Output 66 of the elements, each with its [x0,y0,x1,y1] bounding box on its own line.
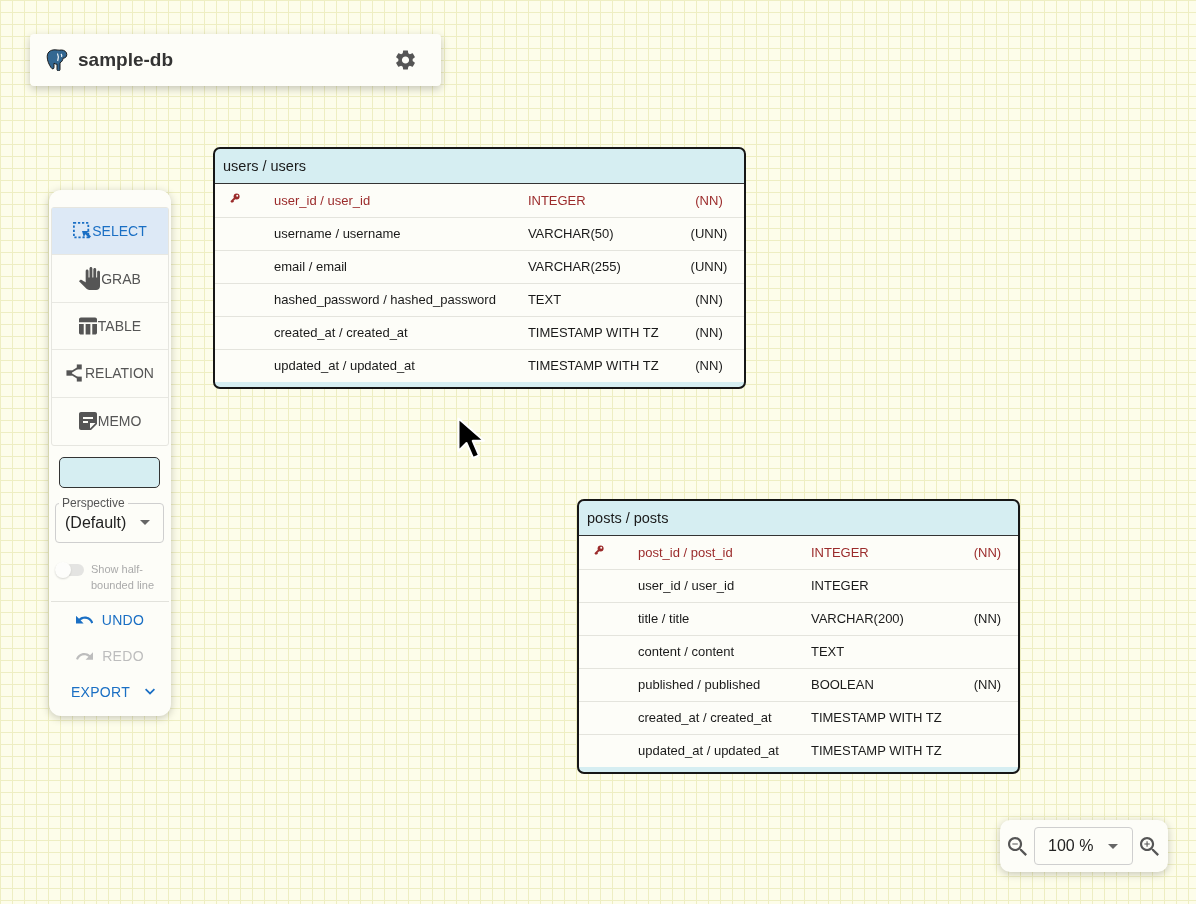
key-icon [230,192,240,203]
tool-button[interactable]: MEMO [52,397,168,445]
caret-icon [140,520,150,526]
note-icon [78,412,97,431]
column-constraint: (NN) [973,677,1002,692]
column-type: TEXT [527,292,562,307]
selection-icon [73,222,92,241]
column-name: updated_at / updated_at [638,743,779,759]
tool-button[interactable]: RELATION [52,350,168,398]
zoom-in-icon[interactable] [1140,836,1159,856]
column-name: published / published [638,677,761,692]
undo-icon [75,615,93,624]
column-name: updated_at / updated_at [274,358,415,374]
nodes-icon [66,364,84,383]
column-name: email / email [274,259,347,274]
table-node[interactable] [577,499,1021,774]
key-icon [594,544,604,555]
settings-icon[interactable] [396,50,415,70]
column-name: user_id / user_id [274,192,371,208]
column-type: VARCHAR(200) [810,611,904,626]
tool-button[interactable]: GRAB [52,255,168,303]
column-name: created_at / created_at [638,710,772,725]
table-node[interactable] [213,147,747,389]
column-constraint: (NN) [695,192,723,208]
column-name: title / title [638,611,690,626]
app-title: sample-db [78,49,174,71]
column-type: VARCHAR(255) [527,259,621,274]
toggle-label: Show half-bounded line [91,561,155,593]
column-constraint: (UNN) [690,226,728,241]
undo-button[interactable]: UNDO [51,601,169,638]
column-type: INTEGER [810,544,869,560]
column-type: INTEGER [810,578,869,593]
cursor-icon [457,417,485,461]
column-name: post_id / post_id [638,544,733,560]
table-icon [78,316,97,335]
color-picker[interactable] [59,456,160,488]
column-constraint: (NN) [695,358,723,374]
column-type: TEXT [810,644,845,659]
column-type: INTEGER [527,192,586,208]
hand-icon [79,267,101,291]
column-type: TIMESTAMP WITH TZ [810,743,942,759]
column-name: username / username [274,226,401,241]
redo-icon [76,651,94,660]
export-button[interactable]: EXPORT [51,673,169,710]
chevron-down-icon [145,688,156,696]
column-name: user_id / user_id [638,578,735,593]
tool-button[interactable]: SELECT [52,208,168,256]
column-type: VARCHAR(50) [527,226,614,241]
column-constraint: (NN) [973,544,1002,560]
column-type: TIMESTAMP WITH TZ [810,710,942,725]
column-name: content / content [638,644,735,659]
zoom-select[interactable]: 100 % [1034,827,1133,865]
column-type: BOOLEAN [810,677,874,692]
column-name: created_at / created_at [274,325,408,340]
column-constraint: (NN) [695,325,723,340]
tool-button[interactable]: TABLE [52,302,168,351]
elephant-icon [46,49,68,71]
column-constraint: (NN) [973,611,1002,626]
column-constraint: (UNN) [690,259,728,274]
column-constraint: (NN) [695,292,723,307]
column-name: hashed_password / hashed_password [274,292,496,307]
column-type: TIMESTAMP WITH TZ [527,358,659,374]
field-label: Perspective [59,495,128,510]
caret-icon [1108,843,1118,849]
column-type: TIMESTAMP WITH TZ [527,325,659,340]
zoom-out-icon[interactable] [1008,836,1027,856]
